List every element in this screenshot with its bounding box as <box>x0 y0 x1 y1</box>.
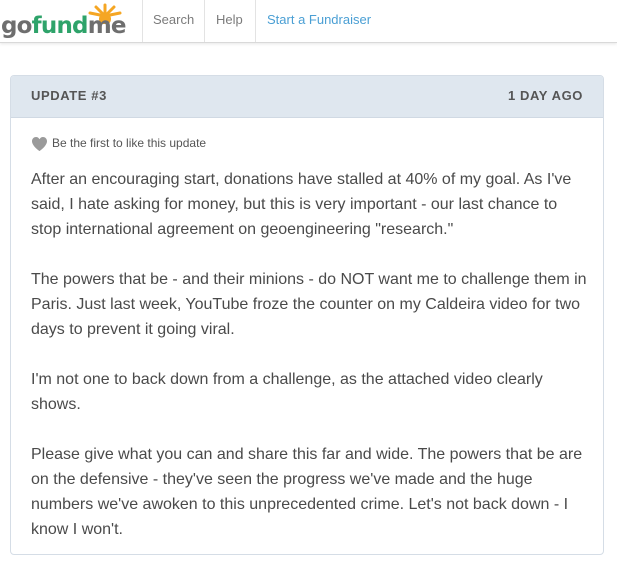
update-paragraph: Please give what you can and share this … <box>31 446 583 538</box>
update-paragraph: I'm not one to back down from a challeng… <box>31 371 543 413</box>
update-card: UPDATE #3 1 DAY AGO Be the first to like… <box>10 75 604 555</box>
like-text: Be the first to like this update <box>52 136 207 150</box>
top-navigation-bar: gofundme Search Help Start a Fundraiser <box>0 0 617 43</box>
update-timestamp: 1 DAY AGO <box>507 88 583 103</box>
logo-fund: fund <box>31 13 89 39</box>
logo-wordmark: gofundme <box>1 13 126 39</box>
nav-help-link[interactable]: Help <box>204 0 254 42</box>
gofundme-logo[interactable]: gofundme <box>0 2 134 42</box>
nav-start-fundraiser-link[interactable]: Start a Fundraiser <box>255 0 395 42</box>
heart-icon <box>32 137 47 151</box>
logo-me: me <box>87 13 127 39</box>
logo-go: go <box>1 13 32 39</box>
update-paragraph: After an encouraging start, donations ha… <box>31 171 572 238</box>
update-title: UPDATE #3 <box>31 88 107 103</box>
update-card-header: UPDATE #3 1 DAY AGO <box>11 76 603 118</box>
update-body: After an encouraging start, donations ha… <box>31 167 591 567</box>
nav-search-link[interactable]: Search <box>142 0 203 42</box>
update-paragraph: The powers that be - and their minions -… <box>31 271 587 338</box>
